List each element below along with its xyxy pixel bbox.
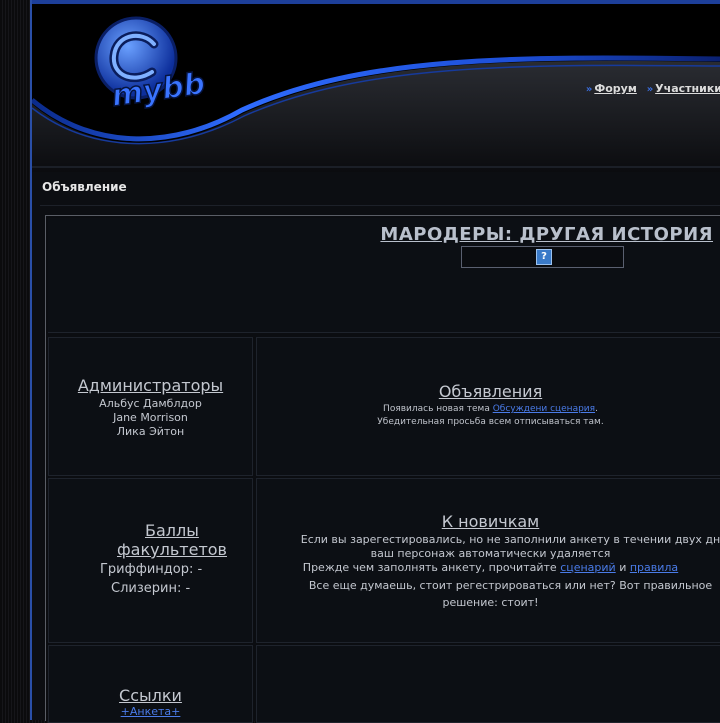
news-line-1: Появилась новая тема Обсуждени сценария.	[257, 403, 720, 416]
scenario-link[interactable]: сценарий	[560, 561, 616, 574]
empty-cell	[256, 645, 720, 723]
newbies-line-2: ваш персонаж автоматически удаляется	[370, 547, 611, 560]
news-heading[interactable]: Объявления	[257, 382, 720, 401]
links-item: +Анкета+	[49, 705, 252, 719]
newbies-cell: К новичкам Если вы зарегестировались, но…	[256, 478, 720, 643]
header-divider	[32, 166, 720, 168]
help-box: ?	[461, 246, 624, 268]
news-cell: Объявления Появилась новая тема Обсужден…	[256, 337, 720, 476]
links-cell: Ссылки +Анкета+	[48, 645, 253, 723]
rules-link[interactable]: правила	[630, 561, 678, 574]
announcement-board: МАРОДЕРЫ: ДРУГАЯ ИСТОРИЯ ? Администратор…	[45, 215, 720, 723]
forum-header: mybb » Форум » Участники	[32, 0, 720, 172]
mybb-logo: mybb	[94, 16, 208, 115]
nav-link-members[interactable]: Участники	[655, 82, 720, 95]
newbies-line-3: Прежде чем заполнять анкету, прочитайте …	[257, 561, 720, 575]
house-score: Слизерин: -	[111, 581, 191, 596]
forum-title[interactable]: МАРОДЕРЫ: ДРУГАЯ ИСТОРИЯ	[48, 224, 720, 245]
newbies-line-5: решение: стоит!	[442, 596, 539, 609]
page-wrapper: mybb » Форум » Участники Объявление МАРОДЕ…	[30, 0, 720, 723]
top-navigation: » Форум » Участники	[580, 82, 720, 95]
links-heading[interactable]: Ссылки	[49, 686, 252, 705]
house-points-heading-2[interactable]: факультетов	[69, 540, 252, 559]
admin-name[interactable]: Альбус Дамблдор	[49, 397, 252, 411]
newbies-line-1: Если вы зарегестировались, но не заполни…	[300, 533, 720, 546]
nav-separator: »	[646, 84, 654, 95]
newbies-and: и	[615, 561, 630, 574]
admin-name[interactable]: Jane Morrison	[49, 411, 252, 425]
house-score: Гриффиндор: -	[100, 562, 203, 577]
newbies-line-3-text: Прежде чем заполнять анкету, прочитайте	[302, 561, 561, 574]
news-line-1-end: .	[595, 404, 598, 414]
house-points-heading[interactable]: Баллы	[69, 521, 252, 540]
scenario-discussion-link[interactable]: Обсуждени сценария	[493, 404, 595, 414]
news-line-2: Убедительная просьба всем отписываться т…	[377, 417, 604, 427]
nav-link-forum[interactable]: Форум	[594, 82, 637, 95]
nav-separator: »	[585, 84, 593, 95]
announcement-heading: Объявление	[42, 180, 127, 194]
news-line-1-text: Появилась новая тема	[383, 404, 493, 414]
admins-cell: Администраторы Альбус Дамблдор Jane Morr…	[48, 337, 253, 476]
newbies-heading[interactable]: К новичкам	[257, 512, 720, 531]
announcement-divider	[40, 205, 720, 206]
help-icon[interactable]: ?	[536, 249, 552, 265]
newbies-line-4: Все еще думаешь, стоит регестрироваться …	[308, 579, 713, 592]
admin-name[interactable]: Лика Эйтон	[49, 425, 252, 439]
admins-heading[interactable]: Администраторы	[49, 376, 252, 395]
application-link[interactable]: +Анкета+	[121, 705, 181, 718]
house-points-cell: Баллы факультетов Гриффиндор: - Слизерин…	[48, 478, 253, 643]
title-cell: МАРОДЕРЫ: ДРУГАЯ ИСТОРИЯ ?	[48, 218, 720, 333]
